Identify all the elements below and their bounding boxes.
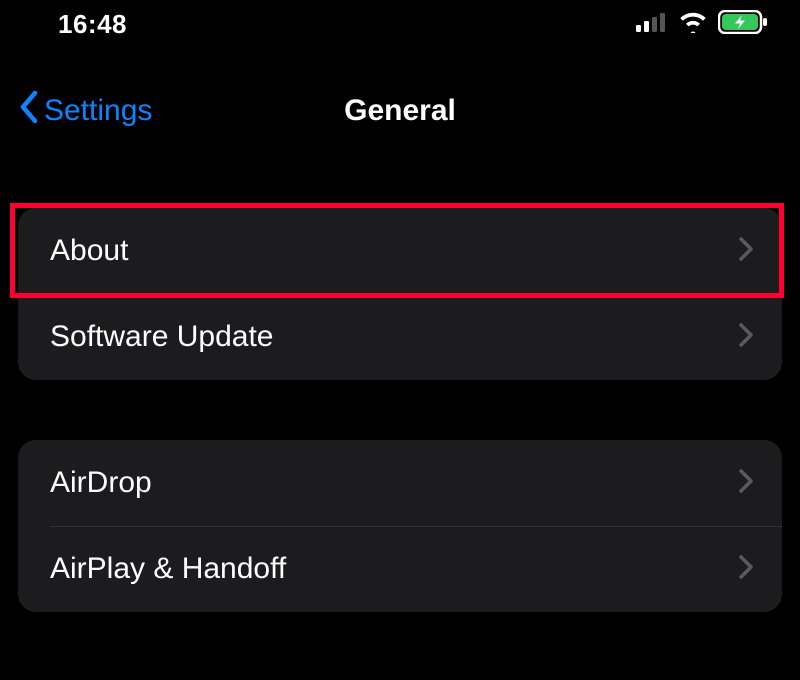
status-bar: 16:48: [0, 0, 800, 48]
chevron-right-icon: [738, 554, 754, 585]
chevron-left-icon: [18, 90, 40, 132]
chevron-right-icon: [738, 468, 754, 499]
row-airdrop[interactable]: AirDrop: [18, 440, 782, 526]
row-label: AirDrop: [50, 466, 152, 500]
row-airplay-handoff[interactable]: AirPlay & Handoff: [18, 526, 782, 612]
status-indicators: [636, 10, 768, 39]
chevron-right-icon: [738, 322, 754, 353]
row-label: Software Update: [50, 320, 273, 354]
settings-group: About Software Update: [18, 208, 782, 380]
settings-content: About Software Update AirDrop AirPlay & …: [0, 208, 800, 612]
navigation-bar: Settings General: [0, 84, 800, 138]
page-title: General: [344, 94, 456, 128]
cellular-signal-icon: [636, 12, 668, 37]
settings-group: AirDrop AirPlay & Handoff: [18, 440, 782, 612]
back-label: Settings: [44, 94, 152, 128]
row-about[interactable]: About: [18, 208, 782, 294]
status-time: 16:48: [58, 9, 127, 40]
battery-charging-icon: [718, 10, 768, 39]
row-label: About: [50, 234, 128, 268]
row-software-update[interactable]: Software Update: [18, 294, 782, 380]
row-label: AirPlay & Handoff: [50, 552, 286, 586]
chevron-right-icon: [738, 236, 754, 267]
wifi-icon: [678, 11, 708, 38]
back-button[interactable]: Settings: [18, 90, 152, 132]
